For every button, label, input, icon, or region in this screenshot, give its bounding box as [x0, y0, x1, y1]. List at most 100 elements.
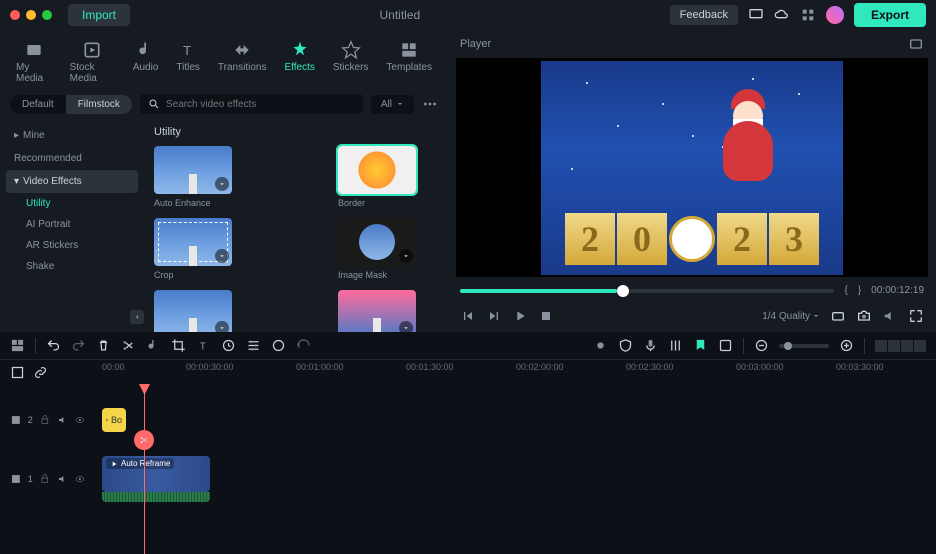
search-input-wrap[interactable] [140, 94, 363, 114]
quality-select[interactable]: 1/4 Quality [762, 311, 820, 322]
marker-icon[interactable] [693, 338, 708, 353]
next-frame-icon[interactable] [486, 308, 502, 324]
capture-icon[interactable] [830, 308, 846, 324]
search-input[interactable] [166, 99, 355, 110]
avatar[interactable] [826, 6, 844, 24]
sidebar-sub-ai-portrait[interactable]: AI Portrait [6, 214, 138, 235]
sidebar-sub-ar-stickers[interactable]: AR Stickers [6, 235, 138, 256]
more-icon[interactable] [422, 96, 438, 112]
track-menu-icon[interactable] [10, 365, 25, 380]
view-mode-toggle[interactable] [875, 340, 926, 352]
split-playhead-icon[interactable] [134, 430, 154, 450]
visibility-icon[interactable] [74, 414, 86, 426]
mute-icon[interactable] [57, 414, 69, 426]
record-icon[interactable] [593, 338, 608, 353]
camera-icon[interactable] [856, 308, 872, 324]
tab-effects[interactable]: Effects [278, 36, 320, 88]
text-icon[interactable]: T [196, 338, 211, 353]
speed-icon[interactable] [221, 338, 236, 353]
window-controls[interactable] [10, 10, 52, 20]
sidebar-item-mine[interactable]: ▸ Mine [6, 124, 138, 147]
sidebar-item-recommended[interactable]: Recommended [6, 147, 138, 170]
redo-icon[interactable] [71, 338, 86, 353]
snapshot-icon[interactable] [908, 36, 924, 52]
track-body-2[interactable]: Bo [96, 406, 936, 434]
download-icon[interactable] [399, 249, 413, 263]
lock-icon[interactable] [39, 473, 51, 485]
mixer-icon[interactable] [668, 338, 683, 353]
thumb-item-5[interactable] [154, 290, 232, 332]
zoom-out-icon[interactable] [754, 338, 769, 353]
preview-viewport[interactable]: 2 0 2 3 [456, 58, 928, 277]
fullscreen-icon[interactable] [908, 308, 924, 324]
play-icon[interactable] [512, 308, 528, 324]
tab-my-media[interactable]: My Media [10, 36, 58, 88]
toggle-default[interactable]: Default [10, 95, 66, 114]
crop-tool-icon[interactable] [171, 338, 186, 353]
cloud-icon[interactable] [774, 7, 790, 23]
sidebar-sub-utility[interactable]: Utility [6, 193, 138, 214]
prev-frame-icon[interactable] [460, 308, 476, 324]
music-icon[interactable] [146, 338, 161, 353]
stop-icon[interactable] [538, 308, 554, 324]
render-icon[interactable] [718, 338, 733, 353]
clip-video[interactable]: Auto Reframe [102, 456, 210, 492]
ruler-tick: 00:02:30:00 [626, 362, 674, 372]
delete-icon[interactable] [96, 338, 111, 353]
color-icon[interactable] [271, 338, 286, 353]
download-icon[interactable] [399, 321, 413, 332]
tab-transitions[interactable]: Transitions [212, 36, 273, 88]
thumb-crop[interactable] [154, 218, 232, 266]
download-icon[interactable] [215, 321, 229, 332]
maximize-dot[interactable] [42, 10, 52, 20]
time-ruler[interactable]: 00:00 00:00:30:00 00:01:00:00 00:01:30:0… [96, 360, 936, 384]
thumb-auto-enhance[interactable] [154, 146, 232, 194]
export-button[interactable]: Export [854, 3, 926, 27]
shield-icon[interactable] [618, 338, 633, 353]
download-icon[interactable] [215, 177, 229, 191]
layout-icon[interactable] [10, 338, 25, 353]
thumb-border[interactable] [338, 146, 416, 194]
collapse-sidebar-button[interactable] [130, 310, 144, 324]
sidebar-item-video-effects[interactable]: ▾ Video Effects [6, 170, 138, 193]
mic-icon[interactable] [643, 338, 658, 353]
lock-icon[interactable] [39, 414, 51, 426]
split-icon[interactable] [121, 338, 136, 353]
playhead[interactable] [144, 384, 145, 554]
adjust-icon[interactable] [246, 338, 261, 353]
tab-audio[interactable]: Audio [127, 36, 165, 88]
minimize-dot[interactable] [26, 10, 36, 20]
tab-titles[interactable]: TTitles [170, 36, 206, 88]
source-toggle[interactable]: Default Filmstock [10, 95, 132, 114]
toggle-filmstock[interactable]: Filmstock [66, 95, 132, 114]
track-header-1[interactable]: 1 [0, 456, 96, 502]
tab-stickers[interactable]: Stickers [327, 36, 375, 88]
feedback-button[interactable]: Feedback [670, 5, 738, 25]
zoom-slider[interactable] [779, 344, 829, 348]
volume-icon[interactable] [882, 308, 898, 324]
grid-icon[interactable] [800, 7, 816, 23]
seek-slider[interactable] [460, 289, 834, 293]
tab-stock-media[interactable]: Stock Media [64, 36, 121, 88]
clip-border[interactable]: Bo [102, 408, 126, 432]
track-header-2[interactable]: 2 [0, 406, 96, 434]
link-icon[interactable] [33, 365, 48, 380]
thumb-item-6[interactable] [338, 290, 416, 332]
mute-icon[interactable] [57, 473, 69, 485]
rotate-icon[interactable] [296, 338, 311, 353]
sidebar-sub-shake[interactable]: Shake [6, 256, 138, 277]
close-dot[interactable] [10, 10, 20, 20]
download-icon[interactable] [215, 249, 229, 263]
filter-dropdown[interactable]: All [371, 95, 414, 114]
audio-waveform[interactable] [102, 492, 210, 502]
zoom-in-icon[interactable] [839, 338, 854, 353]
mark-in-button[interactable]: { [844, 285, 847, 296]
track-body-1[interactable]: Auto Reframe [96, 456, 936, 502]
thumb-image-mask[interactable] [338, 218, 416, 266]
monitor-icon[interactable] [748, 7, 764, 23]
import-button[interactable]: Import [68, 4, 130, 26]
visibility-icon[interactable] [74, 473, 86, 485]
mark-out-button[interactable]: } [858, 285, 861, 296]
undo-icon[interactable] [46, 338, 61, 353]
tab-templates[interactable]: Templates [380, 36, 438, 88]
